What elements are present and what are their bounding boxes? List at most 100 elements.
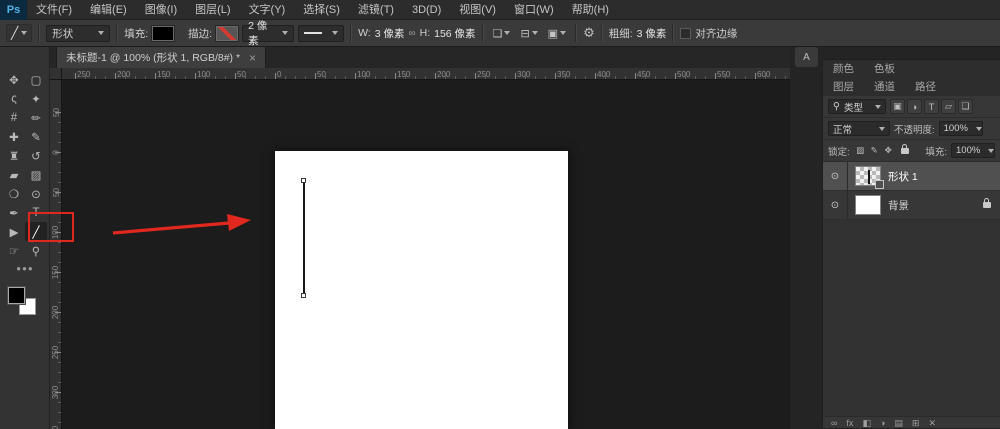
visibility-toggle[interactable]: ⊙ <box>823 162 848 190</box>
tool-icon: ♜ <box>9 149 19 163</box>
layer-effects-icon[interactable]: fx <box>846 417 853 428</box>
foreground-color-swatch[interactable] <box>8 287 25 304</box>
pen-tool[interactable]: ✒ <box>3 203 25 222</box>
menubar-item[interactable]: 选择(S) <box>294 0 349 20</box>
layer-thumbnail[interactable] <box>855 195 881 215</box>
adjustment-layer-icon[interactable]: ◑ <box>880 417 885 428</box>
visibility-toggle[interactable]: ⊙ <box>823 191 848 219</box>
layers-panel-tabs: 图层通道路径 <box>823 78 1000 96</box>
panel-tab[interactable]: 通道 <box>864 78 905 96</box>
lasso-tool[interactable]: ς <box>3 89 25 108</box>
new-layer-icon[interactable]: ⊞ <box>912 417 920 428</box>
opacity-dropdown[interactable]: 100% <box>939 121 983 136</box>
panel-tab[interactable]: 色板 <box>864 60 905 78</box>
path-selection-tool[interactable]: ▶ <box>3 222 25 241</box>
width-field[interactable]: 3 像素 <box>375 26 405 41</box>
tool-mode-dropdown[interactable]: 形状 <box>46 25 110 42</box>
align-icon: ⊟ <box>520 27 529 40</box>
more-tools-icon[interactable]: ●●● <box>3 264 47 273</box>
menubar-item[interactable]: 文字(Y) <box>240 0 295 20</box>
path-alignment-button[interactable]: ⊟ <box>517 26 540 41</box>
gear-icon[interactable]: ⚙ <box>583 25 595 41</box>
panel-tab[interactable]: 图层 <box>823 78 864 96</box>
eraser-tool[interactable]: ▰ <box>3 165 25 184</box>
tool-preset-picker[interactable]: ╱ <box>6 24 32 42</box>
document-tab-bar: 未标题-1 @ 100% (形状 1, RGB/8#) * × <box>50 47 790 68</box>
filter-smart-objects-icon[interactable]: ❏ <box>958 99 973 114</box>
path-arrangement-button[interactable]: ▣ <box>545 26 569 41</box>
lock-all-icon[interactable] <box>899 144 912 157</box>
menubar-item[interactable]: 视图(V) <box>450 0 505 20</box>
link-layers-icon[interactable]: ∞ <box>831 417 837 428</box>
brush-tool[interactable]: ✎ <box>25 127 47 146</box>
crop-tool[interactable]: # <box>3 108 25 127</box>
panel-tab[interactable]: 路径 <box>905 78 946 96</box>
menubar-item[interactable]: 图层(L) <box>186 0 239 20</box>
zoom-tool[interactable]: ⚲ <box>25 241 47 260</box>
horizontal-ruler: 2502001501005005010015020025030035040045… <box>62 68 790 80</box>
weight-field[interactable]: 3 像素 <box>637 26 667 41</box>
ruler-label: 50 <box>317 69 357 80</box>
layer-mask-icon[interactable]: ◧ <box>862 417 871 428</box>
layer-row-shape-1[interactable]: ⊙ 形状 1 <box>823 162 1000 191</box>
marquee-tool[interactable]: ▢ <box>25 70 47 89</box>
document-tab[interactable]: 未标题-1 @ 100% (形状 1, RGB/8#) * × <box>56 47 266 68</box>
dodge-tool[interactable]: ⊙ <box>25 184 47 203</box>
filter-type-layers-icon[interactable]: T <box>924 99 939 114</box>
line-anchor-top[interactable] <box>301 178 306 183</box>
layer-name[interactable]: 形状 1 <box>888 169 918 184</box>
hand-tool[interactable]: ☞ <box>3 241 25 260</box>
line-anchor-bottom[interactable] <box>301 293 306 298</box>
menubar-item[interactable]: 帮助(H) <box>563 0 618 20</box>
photoshop-logo[interactable]: Ps <box>0 0 27 20</box>
layer-filter-row: ⚲ 类型 ▣◑T▱❏ <box>823 96 1000 118</box>
clone-stamp-tool[interactable]: ♜ <box>3 146 25 165</box>
ruler-label: 150 <box>397 69 437 80</box>
blur-tool[interactable]: ❍ <box>3 184 25 203</box>
stroke-color-swatch[interactable] <box>216 26 238 41</box>
fill-color-swatch[interactable] <box>152 26 174 41</box>
filter-adjustment-layers-icon[interactable]: ◑ <box>907 99 922 114</box>
quick-selection-tool[interactable]: ✦ <box>25 89 47 108</box>
gradient-tool[interactable]: ▨ <box>25 165 47 184</box>
menubar-item[interactable]: 文件(F) <box>27 0 81 20</box>
filter-pixel-layers-icon[interactable]: ▣ <box>890 99 905 114</box>
dock-panel-button-2[interactable]: A <box>795 47 818 67</box>
height-field[interactable]: 156 像素 <box>434 26 475 41</box>
move-tool[interactable]: ✥ <box>3 70 25 89</box>
layer-thumbnail[interactable] <box>855 166 881 186</box>
separator <box>350 24 352 42</box>
fill-opacity-dropdown[interactable]: 100% <box>951 143 995 158</box>
blend-mode-dropdown[interactable]: 正常 <box>828 121 890 136</box>
lock-position-icon[interactable]: ✥ <box>882 144 895 157</box>
menubar-item[interactable]: 图像(I) <box>136 0 186 20</box>
document-canvas[interactable] <box>275 151 568 429</box>
stroke-style-dropdown[interactable] <box>298 25 344 42</box>
panel-tab[interactable]: 颜色 <box>823 60 864 78</box>
line-tool-icon: ╱ <box>11 26 18 40</box>
layer-name[interactable]: 背景 <box>888 198 909 213</box>
ruler-label: 200 <box>50 292 62 332</box>
history-brush-tool[interactable]: ↺ <box>25 146 47 165</box>
drawn-line-shape[interactable] <box>303 181 305 296</box>
layer-group-icon[interactable]: ▤ <box>894 417 903 428</box>
menubar-item[interactable]: 滤镜(T) <box>349 0 403 20</box>
menubar-item[interactable]: 编辑(E) <box>81 0 136 20</box>
ruler-corner <box>50 68 62 80</box>
path-operations-button[interactable]: ❏ <box>490 26 514 41</box>
menubar-item[interactable]: 窗口(W) <box>505 0 563 20</box>
menubar-item[interactable]: 3D(D) <box>403 0 450 20</box>
lock-transparent-pixels-icon[interactable]: ▨ <box>854 144 867 157</box>
eyedropper-tool[interactable]: ✏ <box>25 108 47 127</box>
close-icon[interactable]: × <box>249 52 256 64</box>
menu-list: 文件(F)编辑(E)图像(I)图层(L)文字(Y)选择(S)滤镜(T)3D(D)… <box>27 0 618 20</box>
filter-shape-layers-icon[interactable]: ▱ <box>941 99 956 114</box>
stroke-width-field[interactable]: 2 像素 <box>242 25 294 42</box>
layer-filter-type-dropdown[interactable]: ⚲ 类型 <box>828 99 886 114</box>
healing-brush-tool[interactable]: ✚ <box>3 127 25 146</box>
lock-image-pixels-icon[interactable]: ✎ <box>868 144 881 157</box>
layer-row-background[interactable]: ⊙ 背景 <box>823 191 1000 220</box>
align-edges-checkbox[interactable] <box>680 28 691 39</box>
delete-layer-icon[interactable]: ✕ <box>928 417 936 428</box>
link-dimensions-icon[interactable]: ∞ <box>408 28 415 39</box>
